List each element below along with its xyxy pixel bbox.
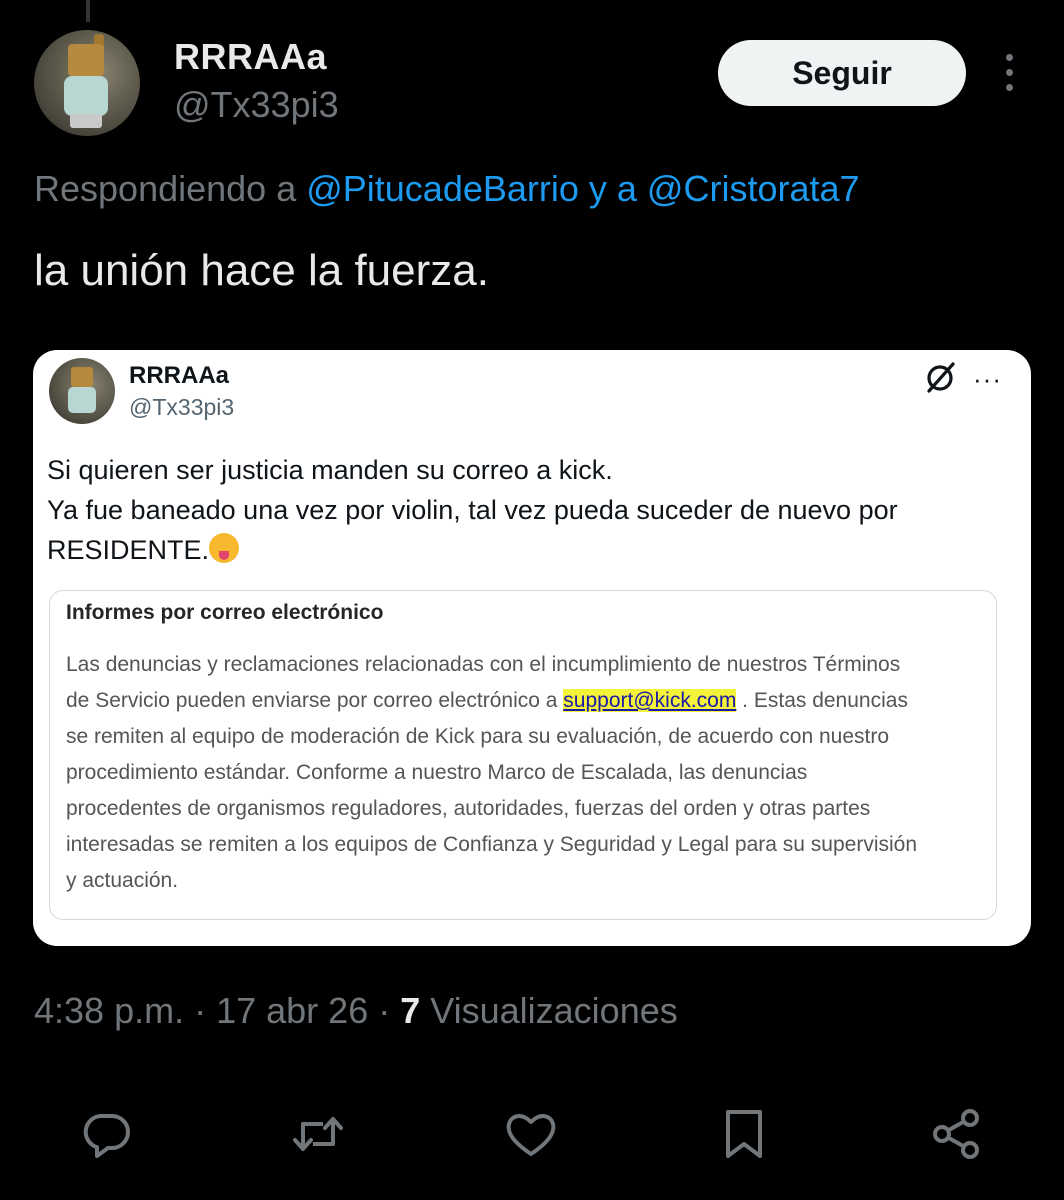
like-icon xyxy=(506,1114,556,1156)
quoted-text-line: Ya fue baneado una vez por violin, tal v… xyxy=(47,495,898,525)
avatar[interactable] xyxy=(34,30,140,136)
quoted-text-line-text: RESIDENTE. xyxy=(47,535,210,565)
document-body: Las denuncias y reclamaciones relacionad… xyxy=(66,647,996,899)
document-line: procedentes de organismos reguladores, a… xyxy=(66,797,871,820)
repost-button[interactable] xyxy=(290,1106,346,1162)
author-handle[interactable]: @Tx33pi3 xyxy=(174,84,339,126)
document-line: Las denuncias y reclamaciones relacionad… xyxy=(66,653,901,676)
share-icon xyxy=(933,1109,979,1159)
bookmark-button[interactable] xyxy=(716,1106,772,1162)
like-button[interactable] xyxy=(503,1106,559,1162)
replying-to-prefix: Respondiendo a xyxy=(34,168,307,209)
replying-to-joiner: y a xyxy=(578,168,647,209)
document-line-text: de Servicio pueden enviarse por correo e… xyxy=(66,689,564,712)
tweet-text: la unión hace la fuerza. xyxy=(34,246,489,295)
document-line: se remiten al equipo de moderación de Ki… xyxy=(66,725,890,748)
quoted-handle: @Tx33pi3 xyxy=(129,394,235,420)
tweet-action-bar xyxy=(0,1100,1064,1170)
document-line: interesadas se remiten a los equipos de … xyxy=(66,833,918,856)
tweet-date[interactable]: 17 abr 26 xyxy=(216,990,368,1031)
reply-button[interactable] xyxy=(78,1106,134,1162)
thread-connector-line xyxy=(86,0,90,22)
squinting-face-with-tongue-emoji-icon xyxy=(209,533,240,563)
bookmark-icon xyxy=(726,1110,762,1158)
grok-icon[interactable] xyxy=(923,360,957,394)
quoted-tweet-text: Si quieren ser justicia manden su correo… xyxy=(47,450,987,570)
tweet-time[interactable]: 4:38 p.m. xyxy=(34,990,184,1031)
quoted-text-line: Si quieren ser justicia manden su correo… xyxy=(47,455,613,485)
author-display-name[interactable]: RRRAAa xyxy=(174,36,327,78)
share-button[interactable] xyxy=(928,1106,984,1162)
meta-separator: · xyxy=(184,990,217,1031)
quoted-text-line-with-emoji: RESIDENTE. xyxy=(47,530,987,570)
meta-separator: · xyxy=(368,990,401,1031)
mention-link-cristorata7[interactable]: @Cristorata7 xyxy=(647,168,860,209)
support-email-highlight: support@kick.com xyxy=(563,689,737,712)
views-label: Visualizaciones xyxy=(420,990,678,1031)
mention-link-pitucadebarrio[interactable]: @PitucadeBarrio xyxy=(306,168,579,209)
document-line: de Servicio pueden enviarse por correo e… xyxy=(66,683,996,719)
quoted-more-icon[interactable]: ··· xyxy=(973,364,1002,395)
more-options-icon[interactable] xyxy=(996,54,1022,94)
quoted-avatar xyxy=(49,358,115,424)
views-count: 7 xyxy=(400,990,421,1031)
repost-icon xyxy=(293,1117,343,1151)
document-line-text: . Estas denuncias xyxy=(736,689,908,712)
document-title: Informes por correo electrónico xyxy=(66,601,384,624)
quoted-display-name: RRRAAa xyxy=(129,362,230,389)
follow-button[interactable]: Seguir xyxy=(718,40,966,106)
replying-to-line: Respondiendo a @PitucadeBarrio y a @Cris… xyxy=(34,168,860,210)
quoted-image-screenshot[interactable]: Informes por correo electrónico Las denu… xyxy=(49,590,997,920)
quoted-tweet-card[interactable]: RRRAAa @Tx33pi3 ··· Si quieren ser justi… xyxy=(33,350,1031,946)
document-line: procedimiento estándar. Conforme a nuest… xyxy=(66,761,808,784)
reply-icon xyxy=(83,1114,130,1158)
document-line: y actuación. xyxy=(66,869,179,892)
tweet-metadata: 4:38 p.m. · 17 abr 26 · 7 Visualizacione… xyxy=(34,990,678,1032)
